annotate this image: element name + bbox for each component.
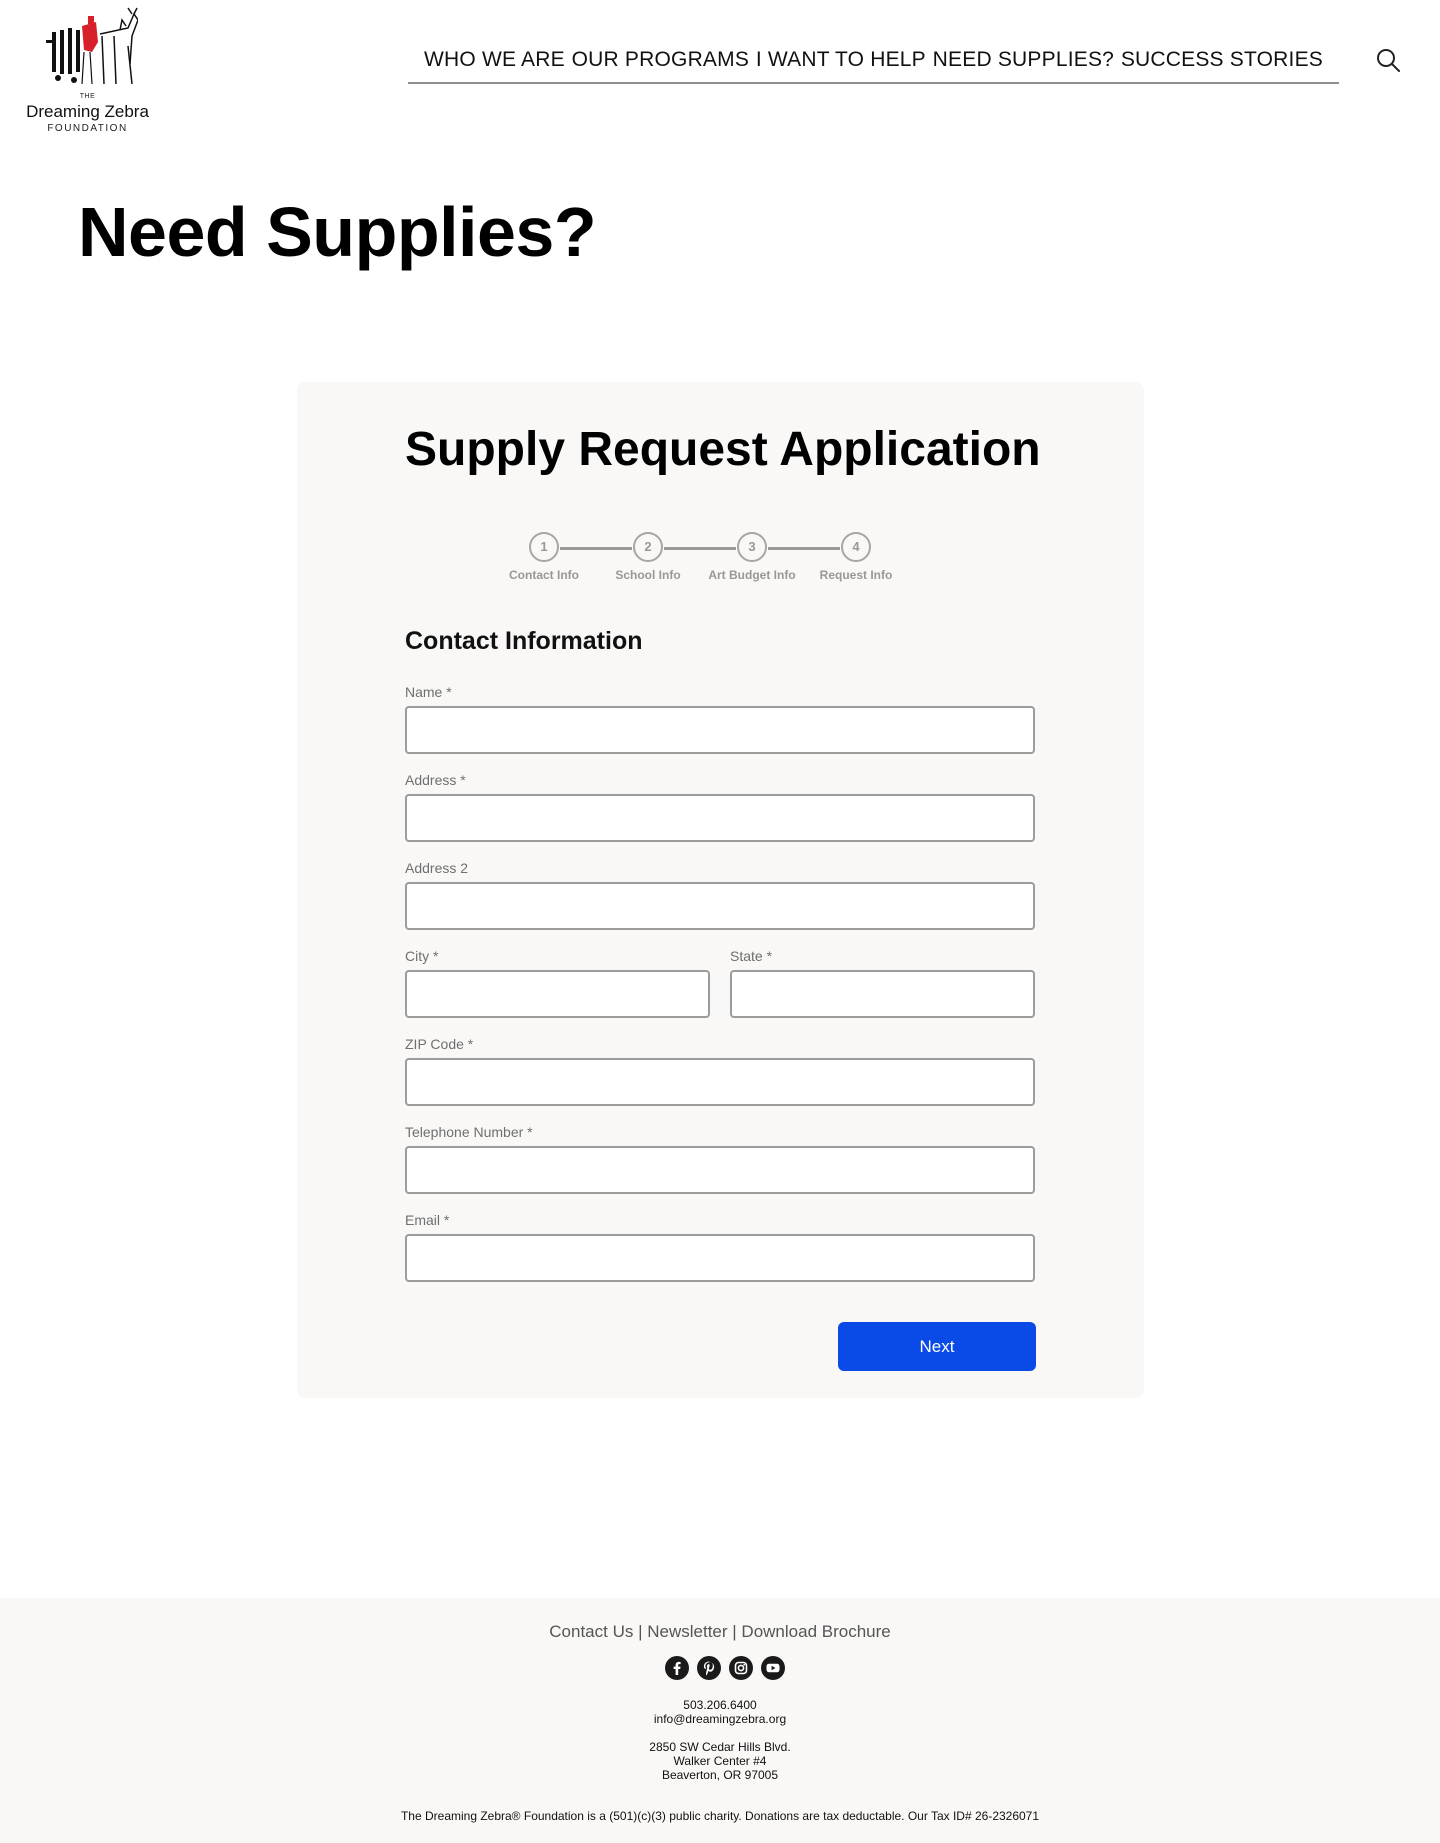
step-number: 2	[633, 532, 663, 562]
nav-who-we-are[interactable]: WHO WE ARE	[424, 36, 565, 82]
zip-field[interactable]	[405, 1058, 1035, 1106]
phone-label: Telephone Number *	[405, 1124, 533, 1140]
step-label: Art Budget Info	[708, 568, 796, 582]
name-label: Name *	[405, 684, 452, 700]
form-title: Supply Request Application	[405, 423, 1041, 476]
site-footer: Contact Us | Newsletter | Download Broch…	[0, 1598, 1440, 1843]
footer-address-line3: Beaverton, OR 97005	[661, 1768, 779, 1782]
name-field[interactable]	[405, 706, 1035, 754]
step-label: School Info	[615, 568, 681, 582]
logo-the: THE	[79, 93, 96, 100]
address2-label: Address 2	[405, 860, 469, 876]
search-button[interactable]	[1375, 47, 1401, 73]
site-logo[interactable]: THE Dreaming Zebra FOUNDATION	[20, 6, 155, 134]
city-label: City *	[405, 948, 439, 964]
footer-email[interactable]: info@dreamingzebra.org	[0, 1712, 1440, 1726]
step-number: 4	[841, 532, 871, 562]
footer-contact-link[interactable]: Contact Us	[549, 1622, 633, 1641]
pinterest-icon[interactable]	[697, 1656, 721, 1680]
footer-brochure-link[interactable]: Download Brochure	[741, 1622, 890, 1641]
facebook-icon[interactable]	[665, 1656, 689, 1680]
footer-address-line2: Walker Center #4	[673, 1754, 767, 1768]
supply-request-form: Supply Request Application 1 Contact Inf…	[297, 382, 1144, 1398]
footer-address-line1: 2850 SW Cedar Hills Blvd.	[649, 1740, 791, 1754]
progress-steps: 1 Contact Info 2 School Info 3 Art Budge…	[509, 532, 917, 592]
step-label: Request Info	[819, 568, 893, 582]
main-nav: WHO WE ARE OUR PROGRAMS I WANT TO HELP N…	[408, 36, 1339, 84]
nav-success-stories[interactable]: SUCCESS STORIES	[1121, 36, 1323, 82]
footer-disclaimer: The Dreaming Zebra® Foundation is a (501…	[400, 1809, 1040, 1823]
next-button[interactable]: Next	[838, 1322, 1036, 1371]
step-request-info: 4 Request Info	[801, 532, 911, 582]
search-icon	[1377, 49, 1400, 72]
link-separator: |	[633, 1622, 648, 1641]
zip-label: ZIP Code *	[405, 1036, 474, 1052]
footer-phone[interactable]: 503.206.6400	[0, 1698, 1440, 1712]
logo-foundation: FOUNDATION	[47, 123, 128, 134]
phone-field[interactable]	[405, 1146, 1035, 1194]
section-title: Contact Information	[405, 627, 643, 655]
step-art-budget-info: 3 Art Budget Info	[697, 532, 807, 582]
page-title: Need Supplies?	[78, 193, 597, 271]
address2-field[interactable]	[405, 882, 1035, 930]
instagram-icon[interactable]	[729, 1656, 753, 1680]
email-label: Email *	[405, 1212, 450, 1228]
step-number: 3	[737, 532, 767, 562]
address-field[interactable]	[405, 794, 1035, 842]
social-links	[665, 1656, 785, 1680]
link-separator: |	[727, 1622, 742, 1641]
nav-our-programs[interactable]: OUR PROGRAMS	[572, 36, 749, 82]
zebra-logo-icon	[46, 7, 138, 85]
state-label: State *	[730, 948, 773, 964]
nav-need-supplies[interactable]: NEED SUPPLIES?	[933, 36, 1114, 82]
step-school-info: 2 School Info	[593, 532, 703, 582]
step-label: Contact Info	[509, 568, 579, 582]
nav-i-want-to-help[interactable]: I WANT TO HELP	[756, 36, 926, 82]
logo-name: Dreaming Zebra	[26, 102, 149, 121]
state-field[interactable]	[730, 970, 1035, 1018]
step-number: 1	[529, 532, 559, 562]
email-field[interactable]	[405, 1234, 1035, 1282]
address-label: Address *	[405, 772, 466, 788]
footer-newsletter-link[interactable]: Newsletter	[647, 1622, 727, 1641]
youtube-icon[interactable]	[761, 1656, 785, 1680]
city-field[interactable]	[405, 970, 710, 1018]
footer-links: Contact Us | Newsletter | Download Broch…	[0, 1622, 1440, 1642]
step-contact-info: 1 Contact Info	[489, 532, 599, 582]
